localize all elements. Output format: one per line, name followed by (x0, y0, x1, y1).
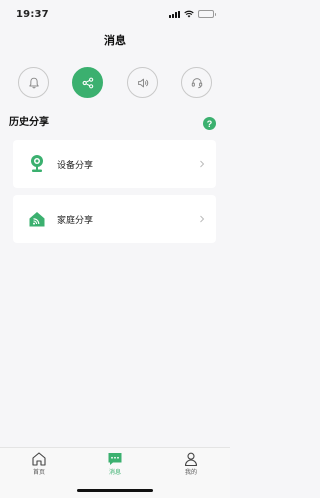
chevron-right-icon (200, 215, 205, 223)
category-service[interactable] (181, 67, 212, 98)
help-icon[interactable]: ? (203, 117, 216, 130)
bell-icon (28, 77, 39, 88)
category-notification[interactable] (18, 67, 49, 98)
headset-icon (191, 77, 202, 88)
category-share[interactable] (72, 67, 103, 98)
battery-icon (198, 10, 216, 18)
chevron-right-icon (200, 160, 205, 168)
message-icon (108, 453, 122, 465)
camera-icon (27, 154, 47, 174)
device-share-item[interactable]: 设备分享 (13, 140, 216, 188)
share-icon (82, 77, 93, 88)
category-row (0, 67, 230, 99)
page-title: 消息 (104, 34, 126, 47)
device-share-label: 设备分享 (57, 160, 94, 171)
tab-profile[interactable]: 我的 (171, 451, 211, 477)
home-share-item[interactable]: 家庭分享 (13, 195, 216, 243)
system-icons (169, 10, 216, 18)
home-share-label: 家庭分享 (57, 215, 94, 226)
tab-home[interactable]: 首页 (19, 451, 59, 477)
tab-profile-label: 我的 (184, 469, 197, 476)
status-bar: 19:37 (0, 0, 230, 28)
wifi-icon (184, 10, 194, 18)
home-indicator (77, 489, 153, 492)
signal-icon (169, 10, 180, 18)
home-icon (32, 452, 46, 466)
speaker-icon (137, 78, 148, 87)
status-time: 19:37 (16, 9, 49, 20)
section-title: 历史分享 (9, 117, 49, 128)
tab-home-label: 首页 (32, 469, 45, 476)
category-broadcast[interactable] (127, 67, 158, 98)
tab-messages-label: 消息 (108, 469, 121, 476)
tab-messages[interactable]: 消息 (95, 451, 135, 477)
home-wifi-icon (27, 209, 47, 229)
user-icon (184, 452, 198, 467)
